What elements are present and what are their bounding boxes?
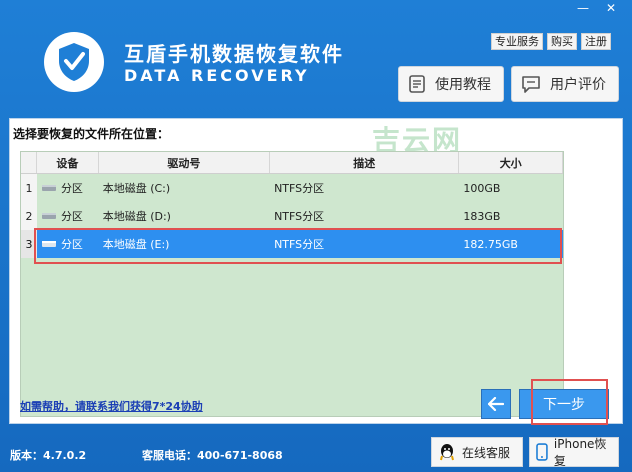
back-button[interactable] [481,389,511,419]
table-header: 设备 驱动号 描述 大小 [21,152,563,174]
chat-icon [522,76,540,93]
phone-icon [536,443,548,461]
iphone-recovery-label: iPhone恢复 [553,437,607,468]
qq-icon [440,444,454,461]
app-logo [44,32,104,92]
app-subtitle: DATA RECOVERY [124,66,310,85]
disk-icon [41,213,56,219]
top-links: 专业服务 购买 注册 [491,33,611,50]
next-highlight [531,379,608,425]
minimize-button[interactable]: — [570,0,596,18]
review-label: 用户评价 [550,77,606,93]
header-desc: 描述 [270,152,460,173]
selection-highlight [34,228,562,264]
document-icon [409,75,425,93]
header-device: 设备 [37,152,99,173]
table-row[interactable]: 2 分区 本地磁盘 (D:) NTFS分区 183GB [21,202,563,230]
online-service-label: 在线客服 [462,445,511,460]
version-text: 版本：4.7.0.2 [10,449,87,462]
header-size: 大小 [459,152,563,173]
partition-table: 设备 驱动号 描述 大小 1 分区 本地磁盘 (C:) NTFS分区 100GB… [20,151,564,417]
table-row[interactable]: 1 分区 本地磁盘 (C:) NTFS分区 100GB [21,174,563,202]
register-link[interactable]: 注册 [581,33,611,50]
phone-text: 客服电话：400-671-8068 [142,449,283,462]
back-arrow-icon [488,397,504,411]
buy-link[interactable]: 购买 [547,33,577,50]
header-drive: 驱动号 [99,152,271,173]
tutorial-label: 使用教程 [435,77,491,93]
close-button[interactable]: ✕ [598,0,624,18]
online-service-button[interactable]: 在线客服 [431,437,523,467]
app-title: 互盾手机数据恢复软件 [124,42,344,66]
iphone-recovery-button[interactable]: iPhone恢复 [529,437,619,468]
disk-icon [41,185,56,191]
panel-label: 选择要恢复的文件所在位置： [13,127,170,141]
pro-service-link[interactable]: 专业服务 [491,33,543,50]
help-link[interactable]: 如需帮助，请联系我们获得7*24协助 [20,398,203,414]
app-window: — ✕ 互盾手机数据恢复软件 DATA RECOVERY 专业服务 购买 注册 … [0,0,632,472]
shield-check-icon [59,43,89,81]
review-button[interactable]: 用户评价 [511,66,619,102]
tutorial-button[interactable]: 使用教程 [398,66,504,102]
